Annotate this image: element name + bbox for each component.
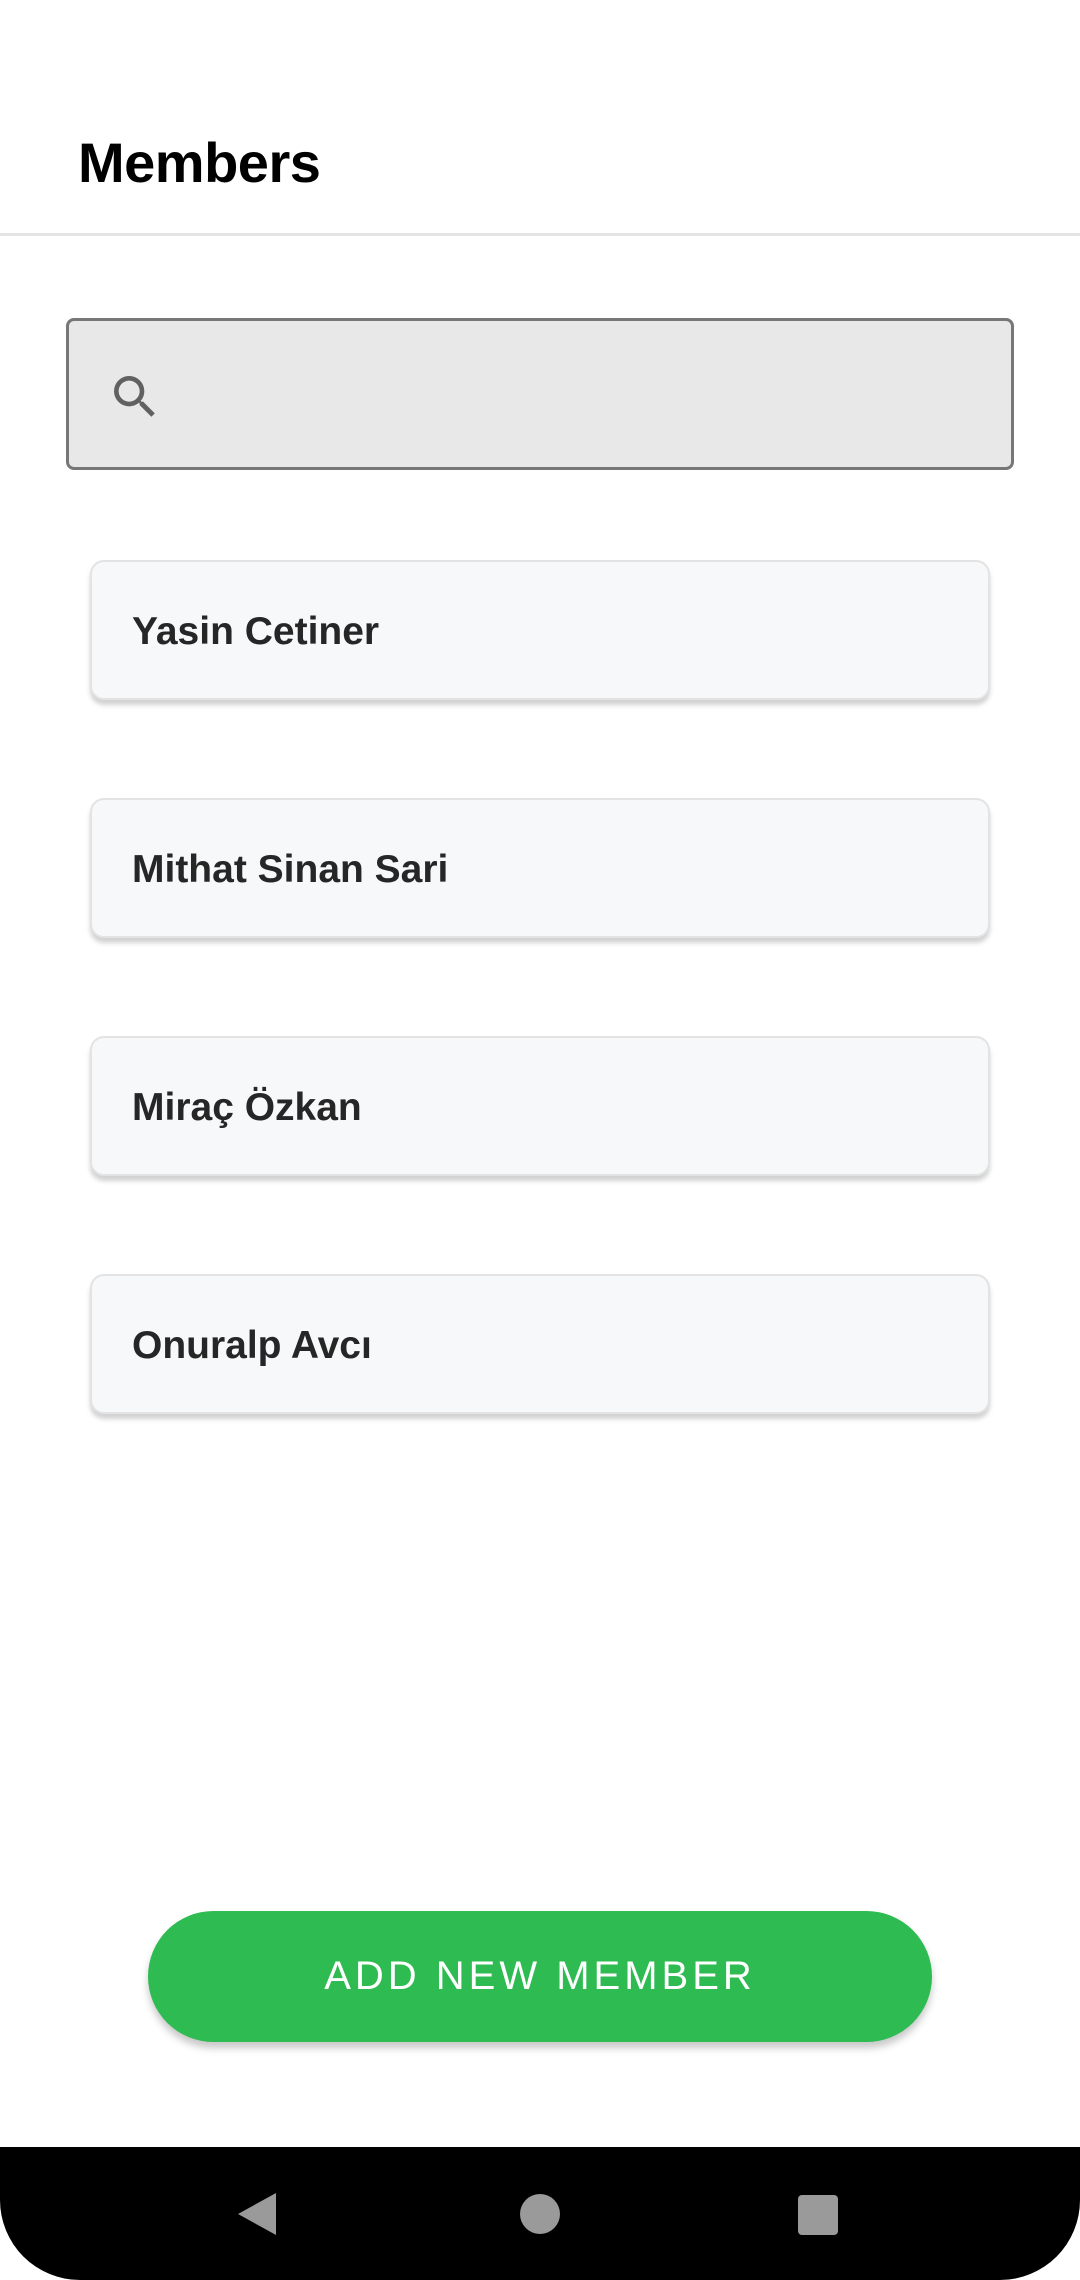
system-navigation-bar <box>0 2147 1080 2280</box>
app-bar: Members <box>0 0 1080 236</box>
back-triangle-icon[interactable] <box>238 2193 276 2235</box>
member-name: Onuralp Avcı <box>132 1324 372 1367</box>
member-card[interactable]: Yasin Cetiner <box>90 560 990 700</box>
search-icon <box>114 376 155 417</box>
member-name: Yasin Cetiner <box>132 610 380 653</box>
add-new-member-button[interactable]: ADD NEW MEMBER <box>148 1911 932 2042</box>
recents-square-icon[interactable] <box>798 2195 838 2235</box>
member-card[interactable]: Onuralp Avcı <box>90 1274 990 1414</box>
page-title: Members <box>78 131 321 194</box>
member-card[interactable]: Miraç Özkan <box>90 1036 990 1176</box>
member-name: Mithat Sinan Sari <box>132 848 449 891</box>
member-name: Miraç Özkan <box>132 1086 362 1129</box>
member-card[interactable]: Mithat Sinan Sari <box>90 798 990 938</box>
home-circle-icon[interactable] <box>520 2194 560 2234</box>
search-input[interactable] <box>189 351 993 441</box>
search-bar[interactable] <box>66 318 1014 470</box>
